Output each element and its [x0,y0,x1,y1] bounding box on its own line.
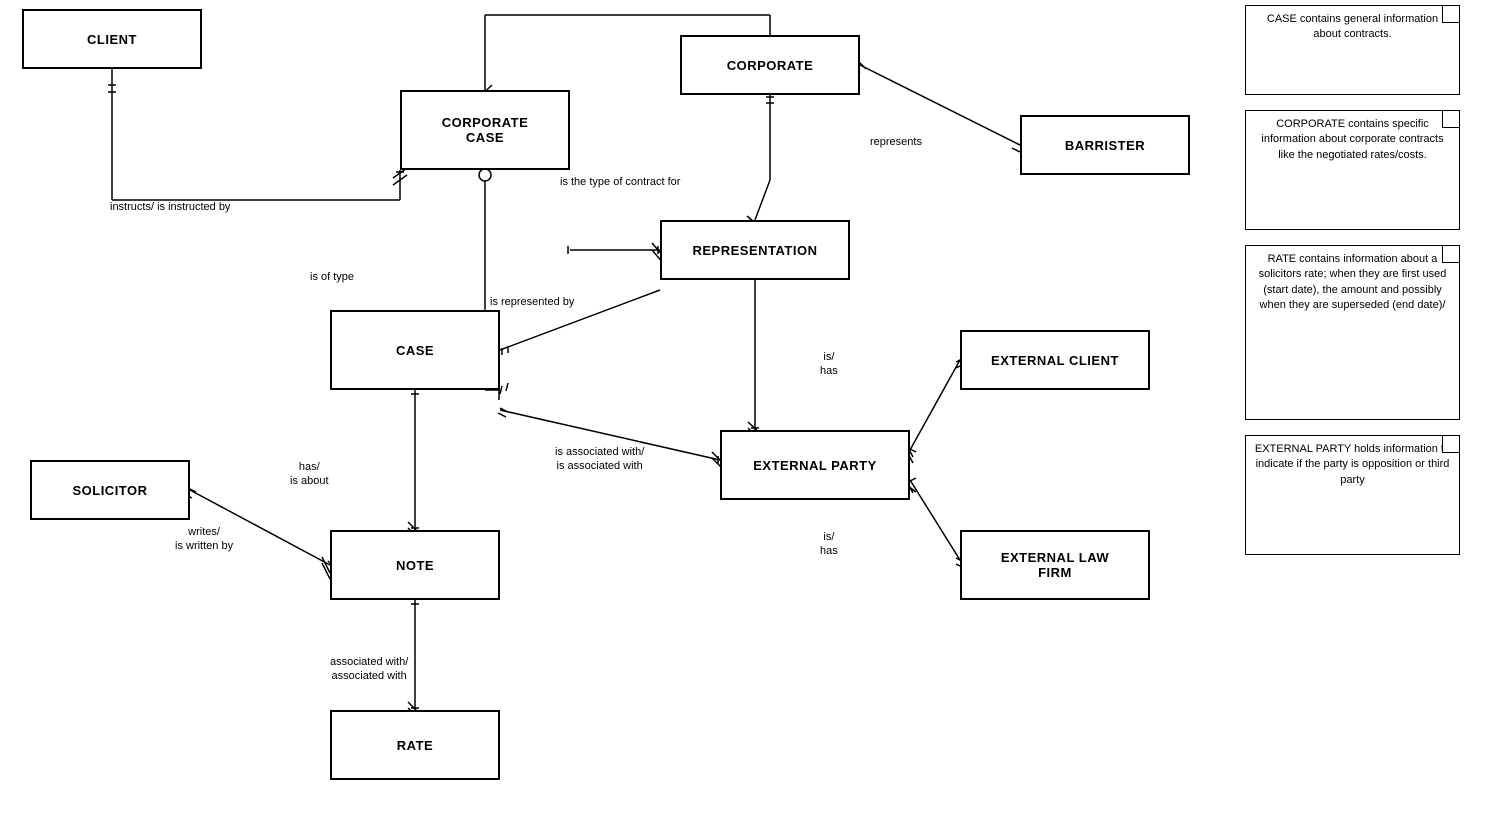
rate-note-box: RATE contains information about a solici… [1245,245,1460,420]
external-client-entity: EXTERNAL CLIENT [960,330,1150,390]
external-party-label: EXTERNAL PARTY [753,458,877,473]
solicitor-label: SOLICITOR [72,483,147,498]
is-has-law-label: is/has [820,530,838,559]
external-law-firm-entity: EXTERNAL LAWFIRM [960,530,1150,600]
writes-label: writes/is written by [175,525,233,554]
is-of-type-label: is of type [310,270,354,284]
representation-label: REPRESENTATION [693,243,818,258]
case-note-text: CASE contains general information about … [1267,13,1438,40]
note-label: NOTE [396,558,434,573]
external-party-note-text: EXTERNAL PARTY holds information to indi… [1255,443,1450,486]
is-represented-by-label: is represented by [490,295,574,309]
external-law-firm-label: EXTERNAL LAWFIRM [1001,550,1109,580]
is-type-contract-label: is the type of contract for [560,175,680,189]
corporate-note-text: CORPORATE contains specific information … [1261,118,1443,161]
client-entity: CLIENT [22,9,202,69]
instructs-label: instructs/ is instructed by [110,200,230,214]
representation-entity: REPRESENTATION [660,220,850,280]
rate-label: RATE [397,738,433,753]
case-entity: CASE [330,310,500,390]
assoc-with-label: associated with/associated with [330,655,408,684]
note-entity: NOTE [330,530,500,600]
is-assoc-label: is associated with/is associated with [555,445,644,474]
rate-entity: RATE [330,710,500,780]
solicitor-entity: SOLICITOR [30,460,190,520]
barrister-entity: BARRISTER [1020,115,1190,175]
rate-note-text: RATE contains information about a solici… [1259,253,1447,311]
external-party-note-box: EXTERNAL PARTY holds information to indi… [1245,435,1460,555]
corporate-note-box: CORPORATE contains specific information … [1245,110,1460,230]
client-label: CLIENT [87,32,137,47]
erd-diagram: CLIENT CORPORATE CORPORATECASE BARRISTER… [0,0,1504,831]
external-client-label: EXTERNAL CLIENT [991,353,1119,368]
represents-label: represents [870,135,922,149]
barrister-label: BARRISTER [1065,138,1145,153]
is-has-ext-client-label: is/has [820,350,838,379]
case-note-box: CASE contains general information about … [1245,5,1460,95]
corporate-entity: CORPORATE [680,35,860,95]
corporate-case-label: CORPORATECASE [442,115,529,145]
external-party-entity: EXTERNAL PARTY [720,430,910,500]
corporate-label: CORPORATE [727,58,814,73]
corporate-case-entity: CORPORATECASE [400,90,570,170]
case-label: CASE [396,343,434,358]
has-about-label: has/is about [290,460,329,489]
